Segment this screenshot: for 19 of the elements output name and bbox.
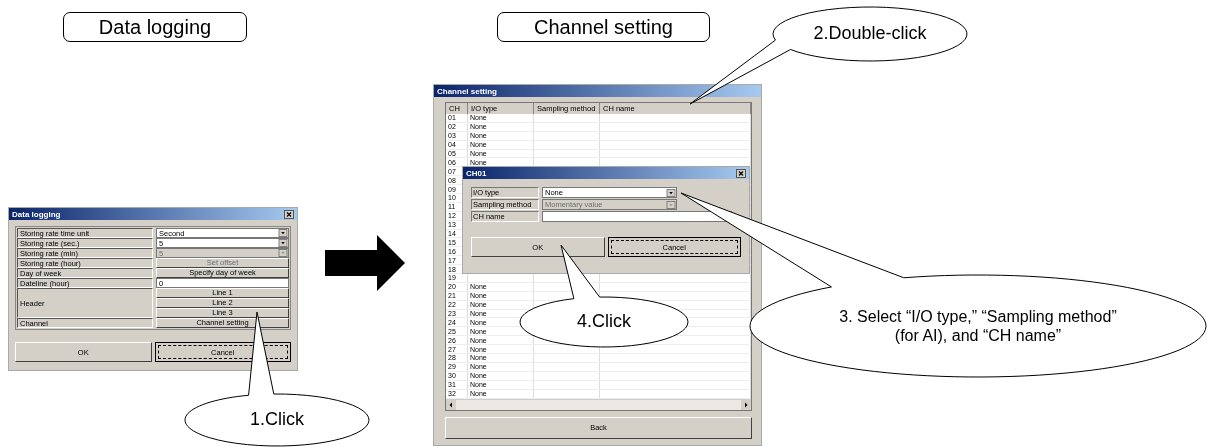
dropdown-arrow-icon[interactable] — [278, 239, 288, 247]
dropdown-arrow-icon[interactable] — [278, 229, 288, 237]
input-field[interactable] — [542, 211, 732, 222]
scroll-left-icon[interactable] — [446, 399, 456, 410]
callout-text: 2.Double-click — [813, 23, 927, 45]
scroll-right-icon[interactable] — [741, 399, 751, 410]
callout-text: 1.Click — [250, 409, 304, 431]
callout-text: 3. Select “I/O type,” “Sampling method” (for AI), and “CH name” — [839, 306, 1117, 346]
callout-text: 4.Click — [577, 311, 631, 333]
close-icon[interactable] — [284, 209, 294, 219]
right-arrow-icon — [325, 235, 405, 291]
window-title: Data logging — [12, 209, 61, 219]
step-label: Data logging — [63, 12, 247, 42]
step-label: Channel setting — [497, 12, 710, 42]
window-title: CH01 — [466, 168, 487, 178]
dropdown-arrow-icon[interactable] — [666, 188, 676, 197]
window-title: Channel setting — [437, 86, 497, 96]
horizontal-scrollbar[interactable] — [446, 398, 751, 410]
close-icon[interactable] — [736, 168, 746, 178]
